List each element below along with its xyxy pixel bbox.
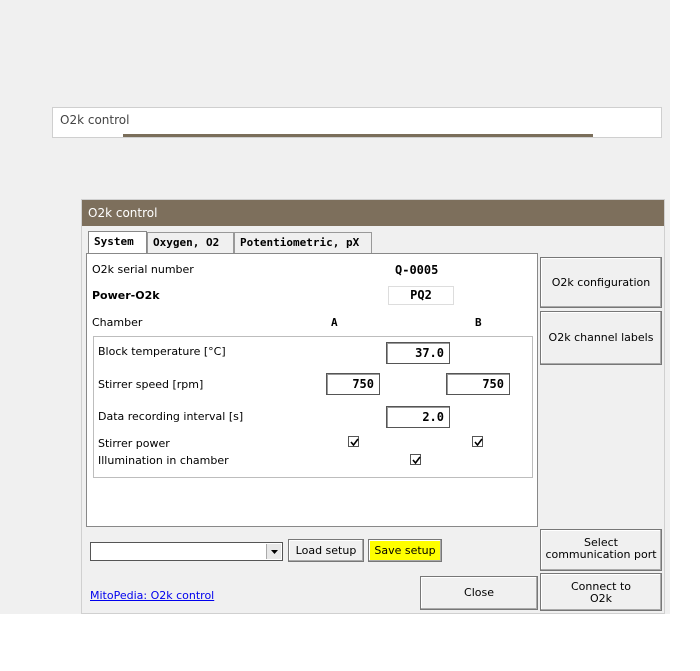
close-button[interactable]: Close bbox=[420, 576, 538, 610]
block-temperature-label: Block temperature [°C] bbox=[98, 345, 226, 358]
connect-line2: O2k bbox=[589, 592, 613, 605]
tab-system[interactable]: System bbox=[88, 231, 147, 254]
stirrer-speed-a-field[interactable]: 750 bbox=[326, 373, 380, 395]
chamber-label: Chamber bbox=[92, 316, 143, 329]
dialog-titlebar[interactable]: O2k control bbox=[82, 200, 664, 226]
mini-window-bar bbox=[123, 134, 593, 137]
check-icon bbox=[412, 456, 421, 465]
stirrer-speed-b-field[interactable]: 750 bbox=[446, 373, 510, 395]
mini-window-title: O2k control bbox=[60, 113, 130, 127]
combo-dropdown-button[interactable] bbox=[266, 544, 281, 559]
tab-potentiometric-label: Potentiometric, pX bbox=[240, 236, 360, 249]
data-interval-field[interactable]: 2.0 bbox=[386, 406, 450, 428]
setup-select[interactable] bbox=[90, 542, 283, 561]
block-temperature-field[interactable]: 37.0 bbox=[386, 342, 450, 364]
tab-oxygen-label: Oxygen, O2 bbox=[153, 236, 220, 249]
check-icon bbox=[474, 438, 483, 447]
check-icon bbox=[350, 438, 359, 447]
select-port-line2: communication port bbox=[545, 548, 657, 561]
illumination-checkbox[interactable] bbox=[410, 454, 421, 465]
o2k-control-dialog: O2k control System Oxygen, O2 Potentiome… bbox=[81, 199, 665, 614]
dialog-title: O2k control bbox=[88, 206, 158, 220]
load-setup-button[interactable]: Load setup bbox=[288, 539, 364, 562]
background-bottom bbox=[0, 614, 700, 671]
mitopedia-link[interactable]: MitoPedia: O2k control bbox=[90, 589, 214, 602]
illumination-label: Illumination in chamber bbox=[98, 454, 229, 467]
o2k-configuration-button[interactable]: O2k configuration bbox=[540, 257, 662, 308]
chamber-b-label: B bbox=[475, 316, 482, 329]
serial-number-label: O2k serial number bbox=[92, 263, 194, 276]
stirrer-power-b-checkbox[interactable] bbox=[472, 436, 483, 447]
stirrer-speed-label: Stirrer speed [rpm] bbox=[98, 378, 204, 391]
chamber-settings-box: Block temperature [°C] 37.0 Stirrer spee… bbox=[93, 336, 533, 478]
power-o2k-label: Power-O2k bbox=[92, 289, 160, 302]
system-panel: O2k serial number Q-0005 Power-O2k PQ2 C… bbox=[86, 253, 538, 527]
select-communication-port-button[interactable]: Select communication port bbox=[540, 529, 662, 571]
stirrer-power-a-checkbox[interactable] bbox=[348, 436, 359, 447]
mini-window: O2k control bbox=[52, 107, 662, 138]
connect-to-o2k-button[interactable]: Connect to O2k bbox=[540, 573, 662, 611]
chevron-down-icon bbox=[271, 550, 278, 554]
chamber-a-label: A bbox=[331, 316, 338, 329]
background-band bbox=[670, 0, 700, 614]
power-o2k-value: PQ2 bbox=[388, 286, 454, 305]
serial-number-value: Q-0005 bbox=[395, 263, 439, 277]
o2k-channel-labels-button[interactable]: O2k channel labels bbox=[540, 311, 662, 365]
data-interval-label: Data recording interval [s] bbox=[98, 410, 244, 423]
stirrer-power-label: Stirrer power bbox=[98, 437, 170, 450]
tab-potentiometric[interactable]: Potentiometric, pX bbox=[234, 232, 372, 254]
tab-system-label: System bbox=[94, 235, 134, 248]
save-setup-button[interactable]: Save setup bbox=[368, 539, 442, 562]
tab-oxygen[interactable]: Oxygen, O2 bbox=[147, 232, 234, 254]
